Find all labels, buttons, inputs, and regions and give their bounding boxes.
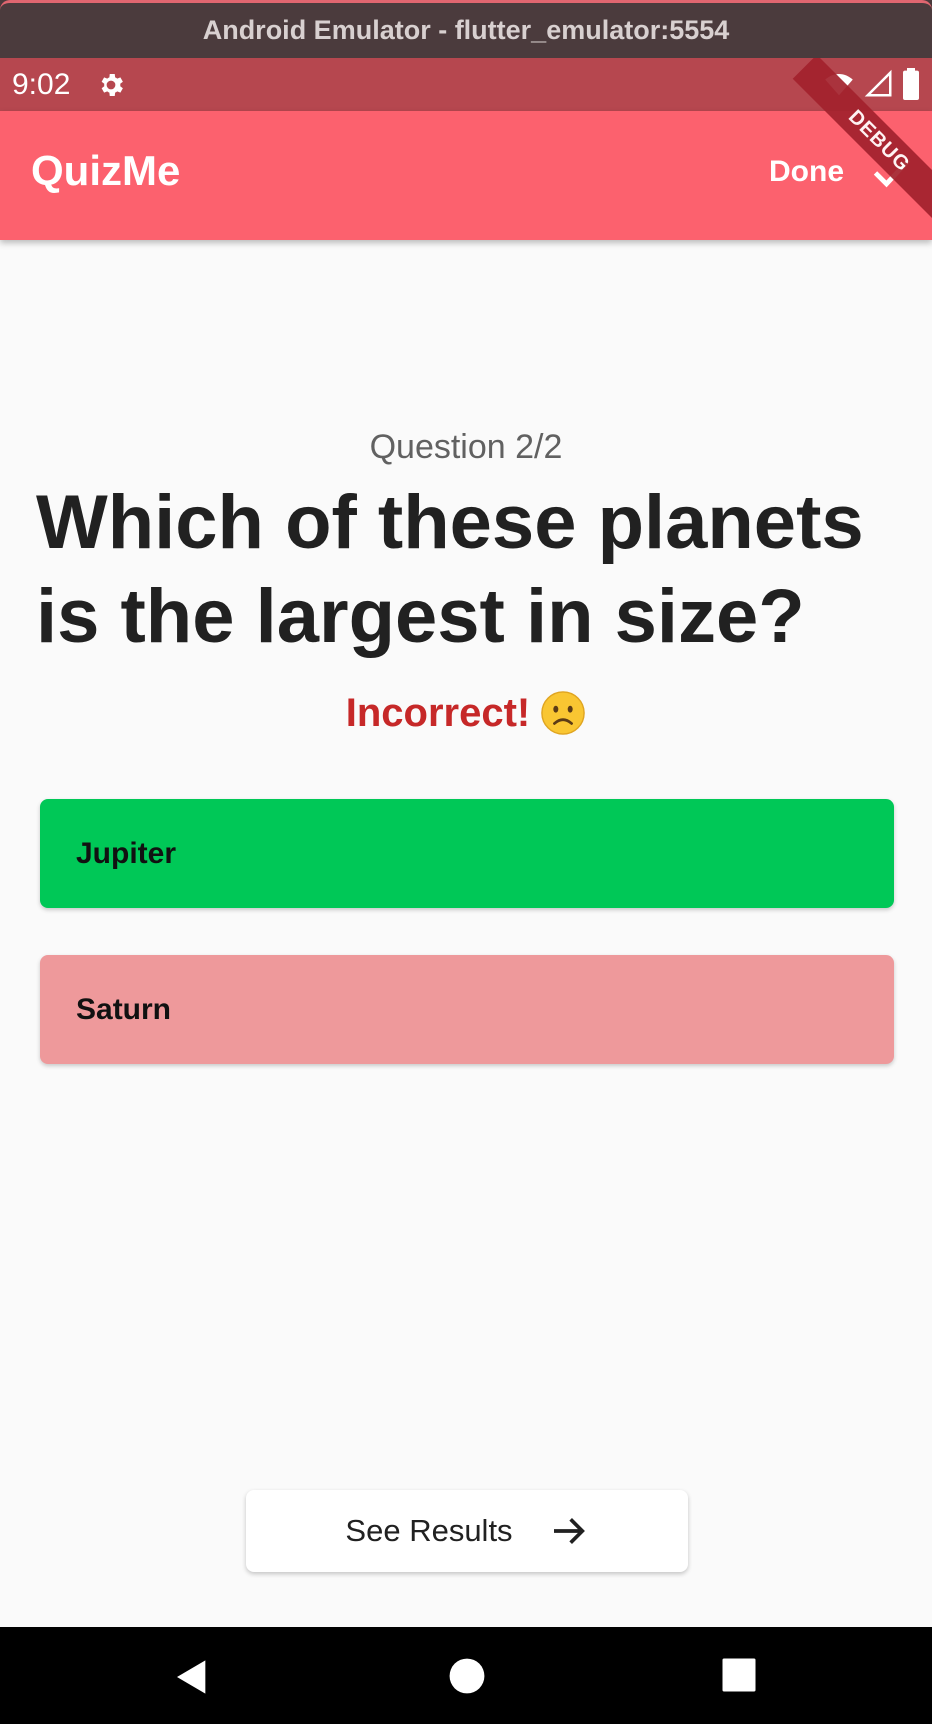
app-bar: QuizMe Done — [0, 111, 932, 240]
answer-feedback: Incorrect! — [0, 690, 932, 736]
gear-icon — [102, 73, 124, 96]
feedback-label: Incorrect! — [345, 690, 531, 735]
answer-option-saturn[interactable]: Saturn — [40, 955, 894, 1064]
answer-label: Saturn — [76, 992, 172, 1026]
battery-icon — [903, 68, 919, 100]
home-icon[interactable] — [448, 1657, 486, 1695]
question-text: Which of these planets is the largest in… — [36, 480, 864, 659]
answer-label: Jupiter — [76, 836, 177, 870]
done-label: Done — [769, 155, 844, 188]
see-results-button[interactable]: See Results — [246, 1490, 688, 1572]
back-icon[interactable] — [172, 1657, 212, 1697]
status-bar: 9:02 — [0, 58, 932, 111]
recents-icon[interactable] — [721, 1657, 757, 1693]
app-title: QuizMe — [31, 147, 181, 194]
window-title: Android Emulator - flutter_emulator:5554 — [202, 15, 730, 45]
sad-face-emoji — [541, 691, 586, 735]
signal-icon — [864, 69, 892, 97]
android-nav-bar — [0, 1627, 932, 1724]
emulator-screen: 9:02 QuizMe Done DEBUG Question 2/2 Whic… — [0, 58, 932, 1724]
see-results-label: See Results — [345, 1513, 513, 1548]
status-time: 9:02 — [12, 67, 71, 101]
arrow-right-icon — [553, 1518, 585, 1544]
window-title-bar: Android Emulator - flutter_emulator:5554 — [0, 0, 932, 58]
answer-option-jupiter[interactable]: Jupiter — [40, 799, 894, 908]
question-counter: Question 2/2 — [369, 428, 563, 466]
